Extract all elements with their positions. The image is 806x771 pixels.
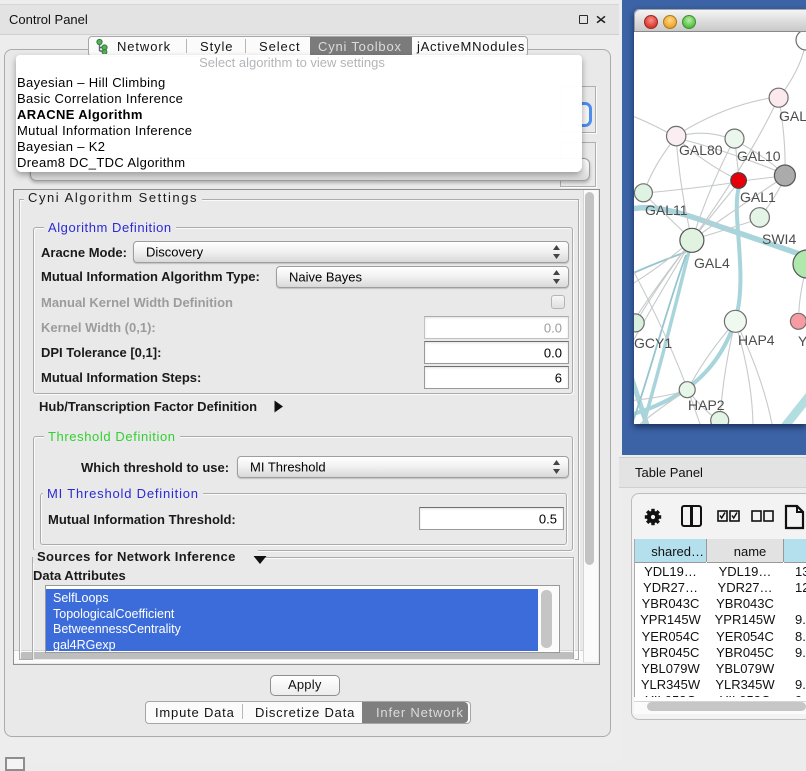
svg-text:GAL1: GAL1	[740, 189, 776, 205]
svg-text:GAL80: GAL80	[679, 142, 723, 158]
svg-text:GAL4: GAL4	[694, 255, 730, 271]
svg-text:GAL11: GAL11	[645, 202, 688, 218]
svg-text:GAL10: GAL10	[737, 148, 781, 164]
svg-text:HAP4: HAP4	[738, 332, 775, 348]
svg-text:Y: Y	[798, 333, 806, 349]
svg-text:SWI4: SWI4	[762, 231, 796, 247]
svg-text:GAL8: GAL8	[779, 108, 806, 124]
svg-text:GCY1: GCY1	[634, 335, 672, 351]
svg-text:HAP2: HAP2	[688, 397, 725, 413]
